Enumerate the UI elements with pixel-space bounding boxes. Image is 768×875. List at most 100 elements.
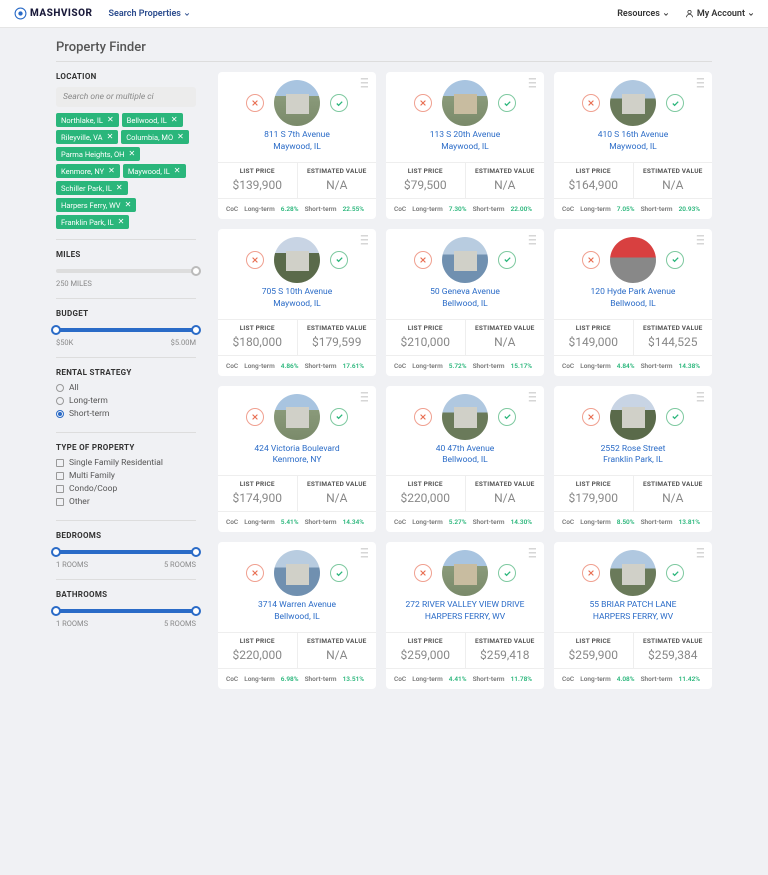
property-address[interactable]: 2552 Rose StreetFranklin Park, IL — [595, 444, 672, 468]
location-chip[interactable]: Columbia, MO✕ — [121, 130, 189, 144]
location-search-input[interactable]: Search one or multiple ci — [56, 87, 196, 107]
property-thumbnail[interactable] — [442, 394, 488, 440]
card-menu-icon[interactable]: ─── — [361, 548, 368, 560]
location-chip[interactable]: Northlake, IL✕ — [56, 113, 119, 127]
card-menu-icon[interactable]: ─── — [529, 235, 536, 247]
card-menu-icon[interactable]: ─── — [697, 78, 704, 90]
chip-remove-icon[interactable]: ✕ — [129, 150, 136, 158]
nav-my-account[interactable]: My Account — [685, 9, 754, 19]
property-thumbnail[interactable] — [274, 80, 320, 126]
accept-button[interactable] — [666, 94, 684, 112]
chip-remove-icon[interactable]: ✕ — [108, 167, 115, 175]
card-menu-icon[interactable]: ─── — [361, 235, 368, 247]
card-menu-icon[interactable]: ─── — [361, 392, 368, 404]
reject-button[interactable] — [246, 251, 264, 269]
card-menu-icon[interactable]: ─── — [529, 548, 536, 560]
reject-button[interactable] — [582, 94, 600, 112]
chip-remove-icon[interactable]: ✕ — [177, 133, 184, 141]
property-thumbnail[interactable] — [610, 550, 656, 596]
rental-option[interactable]: Long-term — [56, 396, 196, 406]
location-chip[interactable]: Parma Heights, OH✕ — [56, 147, 140, 161]
card-menu-icon[interactable]: ─── — [361, 78, 368, 90]
property-address[interactable]: 113 S 20th AvenueMaywood, IL — [424, 130, 507, 154]
location-chip[interactable]: Franklin Park, IL✕ — [56, 215, 129, 229]
location-chip[interactable]: Rileyville, VA✕ — [56, 130, 118, 144]
card-menu-icon[interactable]: ─── — [529, 392, 536, 404]
reject-button[interactable] — [246, 564, 264, 582]
chip-remove-icon[interactable]: ✕ — [125, 201, 132, 209]
type-option[interactable]: Multi Family — [56, 471, 196, 481]
filter-location: LOCATION Search one or multiple ci North… — [56, 72, 196, 240]
chip-remove-icon[interactable]: ✕ — [107, 133, 114, 141]
accept-button[interactable] — [666, 251, 684, 269]
accept-button[interactable] — [498, 94, 516, 112]
card-menu-icon[interactable]: ─── — [697, 235, 704, 247]
nav-search-properties[interactable]: Search Properties — [108, 9, 189, 19]
chip-remove-icon[interactable]: ✕ — [118, 218, 125, 226]
list-price-label: LIST PRICE — [554, 167, 633, 175]
property-thumbnail[interactable] — [274, 237, 320, 283]
property-thumbnail[interactable] — [274, 394, 320, 440]
accept-button[interactable] — [330, 564, 348, 582]
card-menu-icon[interactable]: ─── — [697, 548, 704, 560]
reject-button[interactable] — [414, 94, 432, 112]
accept-button[interactable] — [498, 564, 516, 582]
property-address[interactable]: 705 S 10th AvenueMaywood, IL — [256, 287, 339, 311]
chip-remove-icon[interactable]: ✕ — [116, 184, 123, 192]
property-address[interactable]: 55 BRIAR PATCH LANEHARPERS FERRY, WV — [583, 600, 682, 624]
location-chip[interactable]: Bellwood, IL✕ — [122, 113, 183, 127]
property-address[interactable]: 272 RIVER VALLEY VIEW DRIVEHARPERS FERRY… — [400, 600, 531, 624]
reject-button[interactable] — [414, 251, 432, 269]
reject-button[interactable] — [582, 408, 600, 426]
est-value-label: ESTIMATED VALUE — [634, 167, 713, 175]
reject-button[interactable] — [582, 251, 600, 269]
property-address[interactable]: 120 Hyde Park AvenueBellwood, IL — [585, 287, 682, 311]
reject-button[interactable] — [414, 408, 432, 426]
property-address[interactable]: 811 S 7th AvenueMaywood, IL — [258, 130, 336, 154]
property-thumbnail[interactable] — [610, 237, 656, 283]
reject-button[interactable] — [246, 408, 264, 426]
location-chip[interactable]: Schiller Park, IL✕ — [56, 181, 128, 195]
type-option[interactable]: Other — [56, 497, 196, 507]
property-address[interactable]: 424 Victoria BoulevardKenmore, NY — [248, 444, 345, 468]
miles-slider[interactable] — [56, 269, 196, 273]
property-address[interactable]: 40 47th AvenueBellwood, IL — [430, 444, 501, 468]
budget-slider[interactable] — [56, 328, 196, 332]
location-chip[interactable]: Kenmore, NY✕ — [56, 164, 120, 178]
accept-button[interactable] — [498, 408, 516, 426]
chip-remove-icon[interactable]: ✕ — [174, 167, 181, 175]
property-thumbnail[interactable] — [610, 80, 656, 126]
bathrooms-slider[interactable] — [56, 609, 196, 613]
logo[interactable]: MASHVISOR — [14, 7, 92, 20]
reject-button[interactable] — [246, 94, 264, 112]
est-value-value: $259,384 — [634, 648, 713, 662]
accept-button[interactable] — [498, 251, 516, 269]
card-menu-icon[interactable]: ─── — [529, 78, 536, 90]
property-address[interactable]: 50 Geneva AvenueBellwood, IL — [424, 287, 506, 311]
rental-option[interactable]: All — [56, 383, 196, 393]
accept-button[interactable] — [330, 94, 348, 112]
accept-button[interactable] — [666, 408, 684, 426]
type-option[interactable]: Condo/Coop — [56, 484, 196, 494]
type-option[interactable]: Single Family Residential — [56, 458, 196, 468]
property-thumbnail[interactable] — [442, 237, 488, 283]
chip-remove-icon[interactable]: ✕ — [171, 116, 178, 124]
property-thumbnail[interactable] — [442, 550, 488, 596]
accept-button[interactable] — [666, 564, 684, 582]
reject-button[interactable] — [582, 564, 600, 582]
reject-button[interactable] — [414, 564, 432, 582]
property-thumbnail[interactable] — [442, 80, 488, 126]
rental-option[interactable]: Short-term — [56, 409, 196, 419]
card-menu-icon[interactable]: ─── — [697, 392, 704, 404]
nav-resources[interactable]: Resources — [617, 9, 669, 19]
location-chip[interactable]: Harpers Ferry, WV✕ — [56, 198, 136, 212]
bedrooms-slider[interactable] — [56, 550, 196, 554]
chip-remove-icon[interactable]: ✕ — [107, 116, 114, 124]
property-address[interactable]: 3714 Warren AvenueBellwood, IL — [252, 600, 342, 624]
accept-button[interactable] — [330, 251, 348, 269]
property-thumbnail[interactable] — [610, 394, 656, 440]
property-thumbnail[interactable] — [274, 550, 320, 596]
accept-button[interactable] — [330, 408, 348, 426]
property-address[interactable]: 410 S 16th AvenueMaywood, IL — [592, 130, 675, 154]
location-chip[interactable]: Maywood, IL✕ — [123, 164, 186, 178]
